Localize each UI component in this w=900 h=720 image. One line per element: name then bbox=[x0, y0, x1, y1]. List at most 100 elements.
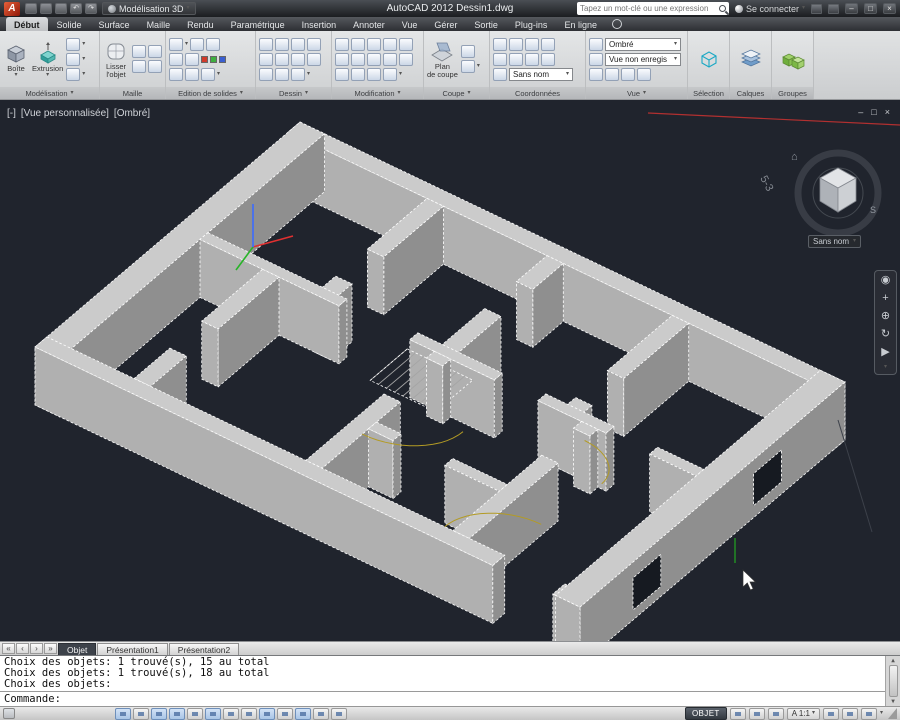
app-menu-button[interactable]: A bbox=[4, 1, 20, 16]
helix-icon[interactable] bbox=[291, 67, 305, 81]
revolve-icon[interactable] bbox=[66, 52, 81, 66]
viewport-minimize-icon[interactable]: – bbox=[858, 107, 863, 117]
fillet-icon[interactable] bbox=[351, 52, 365, 66]
last-layout-icon[interactable]: » bbox=[44, 643, 57, 654]
mesh-add-icon[interactable] bbox=[148, 45, 162, 58]
motion-icon[interactable] bbox=[637, 67, 651, 81]
command-input-line[interactable]: Commande: bbox=[0, 691, 885, 706]
section-plane-button[interactable]: Plan de coupe bbox=[427, 39, 458, 79]
mirror-icon[interactable] bbox=[335, 52, 349, 66]
navbar-menu-icon[interactable]: ▾ bbox=[884, 364, 887, 370]
stretch-icon[interactable] bbox=[383, 52, 397, 66]
explode-icon[interactable] bbox=[367, 52, 381, 66]
tab-gerer[interactable]: Gérer bbox=[426, 17, 465, 31]
groups-button[interactable] bbox=[780, 47, 806, 71]
osnap3d-toggle[interactable] bbox=[223, 707, 239, 720]
scrollbar-thumb[interactable] bbox=[888, 665, 898, 697]
panel-label-groupes[interactable]: Groupes bbox=[772, 87, 813, 99]
union-icon[interactable] bbox=[169, 37, 183, 51]
mesh-options-icon[interactable] bbox=[148, 60, 162, 73]
spline-icon[interactable] bbox=[307, 52, 321, 66]
blue-chip-icon[interactable] bbox=[219, 55, 226, 63]
tab-parametrique[interactable]: Paramétrique bbox=[223, 17, 293, 31]
tab-solide[interactable]: Solide bbox=[49, 17, 90, 31]
fillet-edge-icon[interactable] bbox=[169, 67, 183, 81]
viewport-view-menu[interactable]: [Vue personnalisée] bbox=[21, 108, 109, 119]
panel-label-selection[interactable]: Sélection bbox=[688, 87, 729, 99]
ucs-object-icon[interactable] bbox=[541, 52, 555, 66]
layers-button[interactable] bbox=[738, 47, 764, 71]
online-status-icon[interactable] bbox=[611, 19, 622, 29]
box-button[interactable]: Boîte ▾ bbox=[3, 41, 29, 78]
lwt-toggle[interactable] bbox=[295, 707, 311, 720]
panel-label-dessin[interactable]: Dessin ▾ bbox=[256, 87, 331, 99]
tab-presentation1[interactable]: Présentation1 bbox=[97, 642, 168, 655]
trim-icon[interactable] bbox=[367, 37, 381, 51]
circle-icon[interactable] bbox=[291, 37, 305, 51]
panel-label-modelisation[interactable]: Modélisation ▾ bbox=[0, 87, 99, 99]
rotate-icon[interactable] bbox=[351, 37, 365, 51]
quick-view-layouts-icon[interactable] bbox=[729, 707, 746, 720]
mesh-refine-icon[interactable] bbox=[132, 45, 146, 58]
otrack-toggle[interactable] bbox=[241, 707, 257, 720]
status-menu-caret-icon[interactable]: ▾ bbox=[880, 710, 883, 716]
scale-icon[interactable] bbox=[399, 52, 413, 66]
command-scrollbar[interactable]: ▲ ▼ bbox=[885, 656, 900, 706]
mesh-crease-icon[interactable] bbox=[132, 60, 146, 73]
annotation-visibility-icon[interactable] bbox=[767, 707, 784, 720]
panel-label-calques[interactable]: Calques bbox=[730, 87, 771, 99]
point-icon[interactable] bbox=[259, 67, 273, 81]
named-view-icon[interactable] bbox=[589, 52, 603, 66]
move-icon[interactable] bbox=[335, 37, 349, 51]
annotation-scale-button[interactable]: A 1:1 ▾ bbox=[786, 707, 820, 720]
erase-icon[interactable] bbox=[383, 37, 397, 51]
edit-edges-icon[interactable] bbox=[185, 52, 199, 66]
ucs-combo[interactable]: Sans nom ▾ bbox=[509, 67, 573, 81]
tab-maille[interactable]: Maille bbox=[139, 17, 179, 31]
taper-face-icon[interactable] bbox=[185, 67, 199, 81]
red-chip-icon[interactable] bbox=[201, 55, 208, 63]
pan-icon[interactable]: + bbox=[882, 293, 888, 304]
quick-view-drawings-icon[interactable] bbox=[748, 707, 765, 720]
favorites-icon[interactable] bbox=[828, 3, 839, 14]
close-button[interactable]: × bbox=[883, 3, 896, 14]
showmotion-icon[interactable]: ▶ bbox=[881, 347, 889, 358]
clean-screen-icon[interactable] bbox=[860, 707, 877, 720]
viewport-config-icon[interactable] bbox=[589, 67, 603, 81]
tab-insertion[interactable]: Insertion bbox=[294, 17, 345, 31]
tab-vue[interactable]: Vue bbox=[394, 17, 426, 31]
workspace-switcher[interactable]: Modélisation 3D ▾ bbox=[102, 2, 196, 15]
quickprop-toggle[interactable] bbox=[331, 707, 347, 720]
first-layout-icon[interactable]: « bbox=[2, 643, 15, 654]
drawing-canvas[interactable]: 5-3 S ⌂ bbox=[0, 100, 900, 641]
panel-label-vue[interactable]: Vue ▾ bbox=[586, 87, 687, 99]
visual-style-icon[interactable] bbox=[589, 37, 603, 51]
extrude-button[interactable]: Extrusion ▾ bbox=[32, 41, 63, 78]
viewport-controls-menu[interactable]: [-] bbox=[7, 108, 16, 119]
print-icon[interactable] bbox=[55, 3, 67, 14]
ucs-face-icon[interactable] bbox=[541, 37, 555, 51]
line-icon[interactable] bbox=[259, 37, 273, 51]
undo-icon[interactable]: ↶ bbox=[70, 3, 82, 14]
tab-plugins[interactable]: Plug-ins bbox=[507, 17, 556, 31]
visual-style-combo[interactable]: Ombré ▾ bbox=[605, 37, 681, 51]
workspace-switching-icon[interactable] bbox=[822, 707, 839, 720]
shell-icon[interactable] bbox=[201, 67, 215, 81]
ellipse-icon[interactable] bbox=[275, 52, 289, 66]
selection-button[interactable] bbox=[696, 47, 722, 71]
hatch-icon[interactable] bbox=[291, 52, 305, 66]
region-icon[interactable] bbox=[275, 67, 289, 81]
arc-icon[interactable] bbox=[307, 37, 321, 51]
view-manager-icon[interactable] bbox=[605, 67, 619, 81]
zoom-icon[interactable]: ⊕ bbox=[881, 311, 890, 322]
ucs-world-icon[interactable] bbox=[493, 37, 507, 51]
compass-south-label[interactable]: S bbox=[870, 205, 876, 215]
open-icon[interactable] bbox=[25, 3, 37, 14]
tab-objet[interactable]: Objet bbox=[58, 642, 97, 655]
tab-rendu[interactable]: Rendu bbox=[179, 17, 222, 31]
grid-toggle[interactable] bbox=[151, 707, 167, 720]
polyline-icon[interactable] bbox=[275, 37, 289, 51]
tab-sortie[interactable]: Sortie bbox=[466, 17, 506, 31]
array-icon[interactable] bbox=[335, 67, 349, 81]
model-space-button[interactable]: OBJET bbox=[684, 707, 727, 720]
